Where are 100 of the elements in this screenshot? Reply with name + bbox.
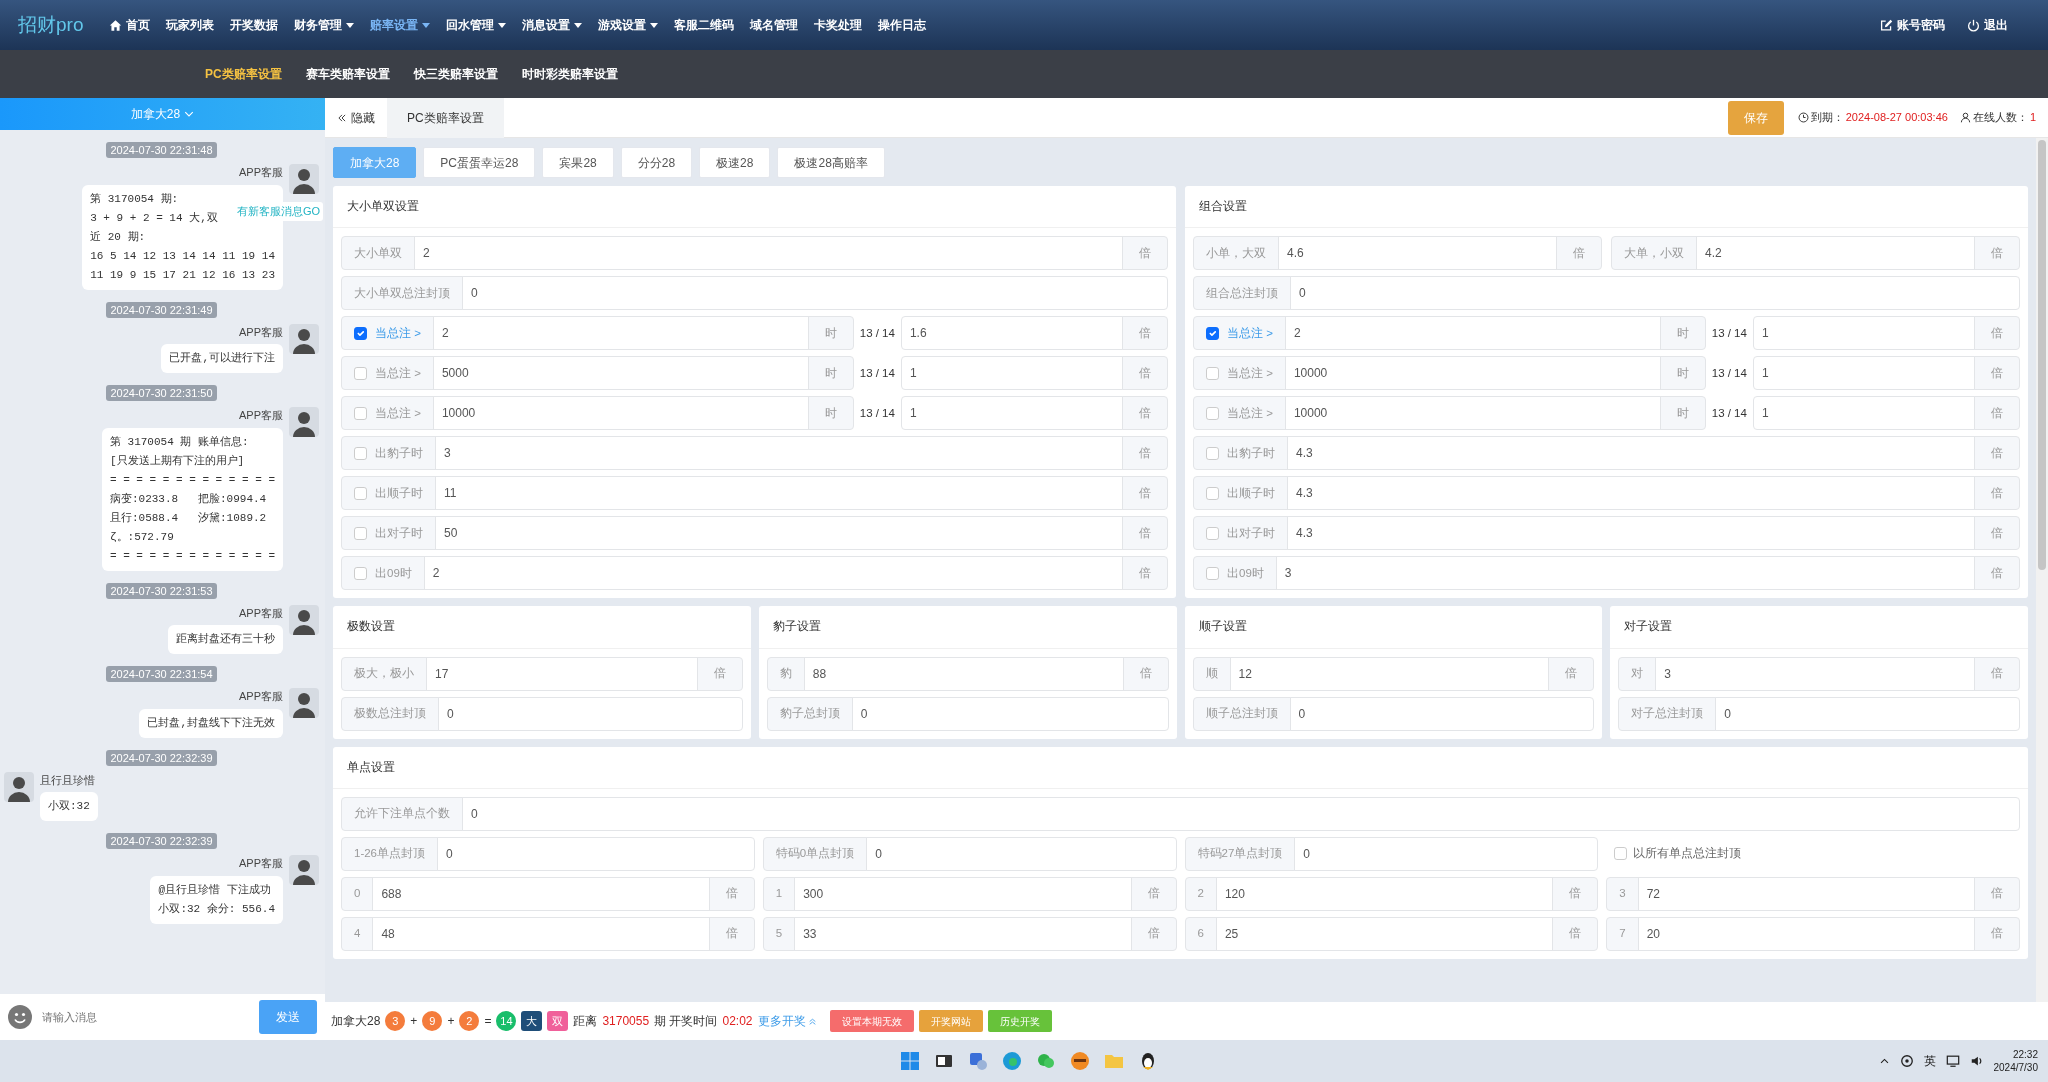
input-field[interactable]: 4.2 bbox=[1696, 236, 1975, 271]
nav-menu-item[interactable]: 回水管理 bbox=[446, 16, 507, 34]
nav-menu-item[interactable]: 首页 bbox=[109, 16, 151, 34]
unit-label: 倍 bbox=[1122, 476, 1168, 511]
nav-menu-item[interactable]: 玩家列表 bbox=[166, 16, 215, 34]
subnav-tab[interactable]: 时时彩类赔率设置 bbox=[521, 65, 618, 83]
input-field[interactable]: 1 bbox=[1752, 356, 1975, 391]
input-field[interactable]: 0 bbox=[851, 696, 1169, 731]
app-logo: 招财pro bbox=[18, 12, 84, 37]
input-field[interactable]: 11 bbox=[435, 476, 1123, 511]
nav-menu-item[interactable]: 赔率设置 bbox=[370, 16, 431, 34]
unit-label: 倍 bbox=[1122, 656, 1169, 691]
input-field[interactable]: 2 bbox=[1284, 316, 1661, 351]
input-field[interactable]: 2 bbox=[414, 236, 1123, 271]
message-time: 2024-07-30 22:32:39 bbox=[106, 833, 217, 849]
input-field[interactable]: 10000 bbox=[432, 396, 809, 431]
operator-sign: + bbox=[447, 1013, 455, 1030]
field-label: 2 bbox=[1184, 876, 1217, 911]
input-field[interactable]: 300 bbox=[794, 876, 1132, 911]
input-field[interactable]: 17 bbox=[426, 656, 698, 691]
nav-menu-item[interactable]: 客服二维码 bbox=[674, 16, 735, 34]
unit-label: 倍 bbox=[1130, 916, 1177, 951]
input-field[interactable]: 688 bbox=[372, 876, 710, 911]
input-field[interactable]: 72 bbox=[1637, 876, 1975, 911]
input-field[interactable]: 5000 bbox=[432, 356, 809, 391]
input-field[interactable]: 10000 bbox=[1284, 396, 1661, 431]
input-field[interactable]: 0 bbox=[1290, 276, 2020, 311]
clock-time: 22:32 bbox=[2012, 1048, 2038, 1061]
nav-menu-item[interactable]: 消息设置 bbox=[522, 16, 583, 34]
sender-name: APP客服 bbox=[239, 605, 283, 621]
input-field[interactable]: 0 bbox=[1289, 696, 1595, 731]
game-tab[interactable]: 极速28高赔率 bbox=[777, 147, 885, 178]
game-tab[interactable]: 分分28 bbox=[620, 147, 693, 178]
input-field[interactable]: 4.3 bbox=[1287, 476, 1975, 511]
field-label: 出对子时 bbox=[1227, 525, 1275, 541]
nav-menu-item[interactable]: 游戏设置 bbox=[598, 16, 659, 34]
unit-label: 时 bbox=[1659, 356, 1706, 391]
field-label: 出豹子时 bbox=[375, 445, 423, 461]
header-link[interactable]: 账号密码 bbox=[1880, 16, 1945, 34]
input-field[interactable]: 1 bbox=[900, 396, 1123, 431]
input-field[interactable]: 0 bbox=[866, 836, 1177, 871]
input-field[interactable]: 0 bbox=[1715, 696, 2020, 731]
input-field[interactable]: 3 bbox=[435, 436, 1123, 471]
operator-sign: + bbox=[410, 1013, 418, 1030]
subnav-tab[interactable]: 赛车类赔率设置 bbox=[305, 65, 390, 83]
field-label: 大小单双 bbox=[341, 236, 415, 271]
input-field[interactable]: 10000 bbox=[1284, 356, 1661, 391]
input-field[interactable]: 20 bbox=[1637, 916, 1975, 951]
input-field[interactable]: 1 bbox=[1752, 316, 1975, 351]
hide-button[interactable]: 隐藏 bbox=[325, 108, 387, 127]
nav-menu-item[interactable]: 财务管理 bbox=[294, 16, 355, 34]
input-field[interactable]: 1 bbox=[1752, 396, 1975, 431]
game-tab[interactable]: 宾果28 bbox=[542, 147, 614, 178]
header-link[interactable]: 退出 bbox=[1967, 16, 2008, 34]
input-field[interactable]: 3 bbox=[1275, 556, 1975, 591]
subnav-tab[interactable]: PC类赔率设置 bbox=[205, 65, 282, 83]
message-line: 11 19 9 15 17 21 12 16 13 23 bbox=[90, 267, 275, 283]
game-tab[interactable]: PC蛋蛋幸运28 bbox=[423, 147, 536, 178]
page-tab[interactable]: PC类赔率设置 bbox=[387, 97, 504, 138]
ratio-label: 13 / 14 bbox=[1711, 405, 1747, 421]
unit-label: 倍 bbox=[1122, 556, 1168, 591]
input-method-indicator[interactable]: 英 bbox=[1923, 1052, 1936, 1070]
input-field[interactable]: 2 bbox=[423, 556, 1123, 591]
input-field[interactable]: 1.6 bbox=[900, 316, 1123, 351]
input-field[interactable]: 0 bbox=[1294, 836, 1599, 871]
input-field[interactable]: 1 bbox=[900, 356, 1123, 391]
ratio-label: 13 / 14 bbox=[1711, 365, 1747, 381]
input-field[interactable]: 88 bbox=[803, 656, 1124, 691]
card-title: 豹子设置 bbox=[758, 606, 1177, 649]
input-field[interactable]: 0 bbox=[462, 796, 2020, 831]
input-field[interactable]: 120 bbox=[1215, 876, 1554, 911]
field-label: 组合总注封顶 bbox=[1193, 276, 1291, 311]
unit-label: 倍 bbox=[1552, 876, 1599, 911]
nav-menu-item[interactable]: 开奖数据 bbox=[230, 16, 279, 34]
input-field[interactable]: 2 bbox=[432, 316, 809, 351]
subnav-tab[interactable]: 快三类赔率设置 bbox=[413, 65, 498, 83]
nav-menu-item[interactable]: 卡奖处理 bbox=[814, 16, 863, 34]
field-label: 5 bbox=[762, 916, 796, 951]
unit-label: 倍 bbox=[708, 916, 755, 951]
unit-label: 倍 bbox=[1556, 236, 1602, 271]
input-field[interactable]: 4.3 bbox=[1287, 516, 1975, 551]
nav-menu-item[interactable]: 域名管理 bbox=[750, 16, 799, 34]
field-label: 小单，大双 bbox=[1193, 236, 1279, 271]
input-field[interactable]: 12 bbox=[1229, 656, 1550, 691]
input-field[interactable]: 50 bbox=[435, 516, 1123, 551]
input-field[interactable]: 0 bbox=[462, 276, 1168, 311]
input-field[interactable]: 25 bbox=[1215, 916, 1554, 951]
status-value: 02:02 bbox=[722, 1013, 753, 1030]
input-field[interactable]: 4.3 bbox=[1287, 436, 1975, 471]
unit-label: 倍 bbox=[708, 876, 755, 911]
nav-menu-item[interactable]: 操作日志 bbox=[878, 16, 927, 34]
input-field[interactable]: 0 bbox=[437, 836, 755, 871]
input-field[interactable]: 0 bbox=[438, 696, 743, 731]
number-ball: 2 bbox=[459, 1011, 480, 1031]
input-field[interactable]: 33 bbox=[794, 916, 1132, 951]
field-label: 极大，极小 bbox=[341, 656, 427, 691]
game-tab[interactable]: 极速28 bbox=[699, 147, 771, 178]
input-field[interactable]: 4.6 bbox=[1278, 236, 1557, 271]
input-field[interactable]: 48 bbox=[372, 916, 710, 951]
input-field[interactable]: 3 bbox=[1655, 656, 1975, 691]
